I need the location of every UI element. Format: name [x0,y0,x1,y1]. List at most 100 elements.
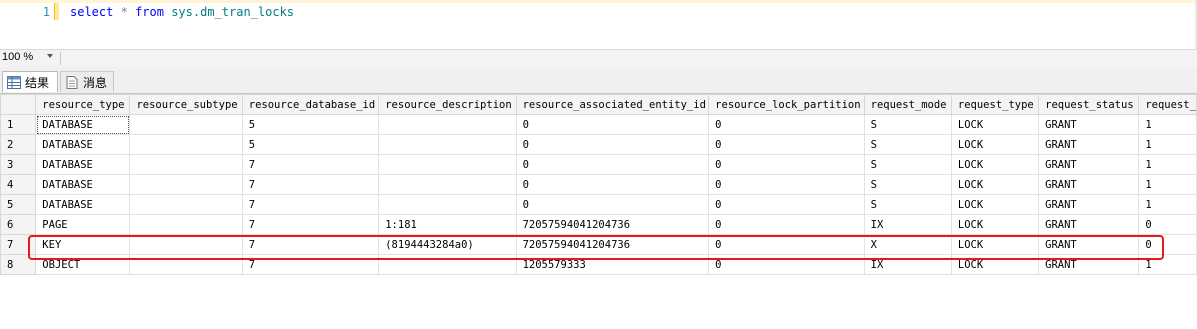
table-cell[interactable]: 1 [1138,174,1197,195]
table-cell[interactable] [129,234,243,255]
table-cell[interactable]: 1 [1138,134,1197,155]
table-row[interactable]: 3 DATABASE 7 0 0 S LOCK GRANT 1 [0,154,1197,175]
tab-messages[interactable]: 消息 [60,71,114,92]
table-cell[interactable]: DATABASE [35,174,131,195]
table-cell[interactable]: LOCK [950,114,1040,135]
table-cell[interactable]: 0 [708,134,865,155]
table-cell[interactable]: 0 [515,154,710,175]
table-cell[interactable]: 7 [241,234,380,255]
table-cell[interactable]: DATABASE [35,134,131,155]
column-header[interactable]: resource_lock_partition [708,94,865,115]
results-grid[interactable]: resource_type resource_subtype resource_… [0,94,1197,329]
table-cell[interactable]: PAGE [35,214,131,235]
table-cell[interactable]: X [863,234,952,255]
column-header[interactable]: request_status [1038,94,1140,115]
tab-results[interactable]: 结果 [2,71,58,92]
table-cell[interactable] [129,174,243,195]
column-header[interactable]: resource_database_id [241,94,380,115]
table-cell[interactable]: 0 [708,234,865,255]
table-cell[interactable]: 0 [1138,214,1197,235]
table-cell[interactable] [378,134,517,155]
table-cell[interactable]: LOCK [950,154,1040,175]
table-cell[interactable]: 1205579333 [515,254,710,275]
table-row[interactable]: 4 DATABASE 7 0 0 S LOCK GRANT 1 [0,174,1197,195]
chevron-down-icon[interactable] [47,54,53,58]
table-cell[interactable] [129,154,243,175]
table-cell[interactable] [378,254,517,275]
table-cell[interactable]: 7 [241,214,380,235]
table-cell[interactable]: GRANT [1038,174,1140,195]
column-header[interactable]: request_type [950,94,1040,115]
table-cell[interactable]: DATABASE [35,194,131,215]
row-number[interactable]: 2 [0,134,37,155]
table-row[interactable]: 8 OBJECT 7 1205579333 0 IX LOCK GRANT 1 [0,254,1197,275]
table-row-highlighted[interactable]: 7 KEY 7 (8194443284a0) 72057594041204736… [0,234,1197,255]
table-cell[interactable] [129,114,243,135]
table-cell[interactable]: S [863,194,952,215]
table-cell[interactable]: 0 [515,194,710,215]
table-cell[interactable]: GRANT [1038,134,1140,155]
column-header[interactable]: resource_subtype [129,94,243,115]
table-cell[interactable]: S [863,154,952,175]
column-header[interactable]: request_ [1138,94,1197,115]
table-cell[interactable]: 1 [1138,254,1197,275]
column-header[interactable]: resource_type [35,94,131,115]
table-cell[interactable]: S [863,114,952,135]
table-cell[interactable]: 0 [708,114,865,135]
table-cell[interactable]: 5 [241,114,380,135]
table-row[interactable]: 1 DATABASE 5 0 0 S LOCK GRANT 1 [0,114,1197,135]
table-cell[interactable]: GRANT [1038,154,1140,175]
table-cell[interactable]: 1 [1138,114,1197,135]
table-cell[interactable]: 0 [515,134,710,155]
table-cell[interactable] [129,214,243,235]
table-cell[interactable]: 0 [515,114,710,135]
table-cell[interactable]: OBJECT [35,254,131,275]
table-cell[interactable]: IX [863,214,952,235]
table-cell[interactable]: 0 [708,214,865,235]
table-cell[interactable]: 0 [1138,234,1197,255]
table-cell[interactable]: 5 [241,134,380,155]
row-number[interactable]: 3 [0,154,37,175]
table-cell[interactable] [378,194,517,215]
row-number[interactable]: 7 [0,234,37,255]
column-header[interactable]: request_mode [863,94,952,115]
column-header[interactable]: resource_associated_entity_id [515,94,710,115]
row-number[interactable]: 6 [0,214,37,235]
table-cell[interactable]: LOCK [950,214,1040,235]
table-cell[interactable] [378,174,517,195]
zoom-level[interactable]: 100 % [2,51,33,63]
table-cell[interactable]: 7 [241,174,380,195]
table-cell[interactable]: DATABASE [35,114,131,135]
query-text[interactable]: select * from sys.dm_tran_locks [70,5,294,19]
table-cell[interactable]: 0 [708,154,865,175]
query-editor[interactable]: 1 select * from sys.dm_tran_locks [0,0,1197,49]
table-cell[interactable]: S [863,174,952,195]
table-cell[interactable]: 72057594041204736 [515,234,710,255]
table-cell[interactable]: (8194443284a0) [378,234,517,255]
table-cell[interactable] [129,194,243,215]
table-cell[interactable] [129,134,243,155]
table-cell[interactable]: S [863,134,952,155]
table-cell[interactable]: LOCK [950,174,1040,195]
table-cell[interactable]: KEY [35,234,131,255]
corner-cell[interactable] [0,94,37,115]
table-cell[interactable]: DATABASE [35,154,131,175]
table-cell[interactable] [129,254,243,275]
table-cell[interactable]: 0 [708,254,865,275]
table-row[interactable]: 6 PAGE 7 1:181 72057594041204736 0 IX LO… [0,214,1197,235]
table-cell[interactable]: 7 [241,194,380,215]
table-cell[interactable]: LOCK [950,194,1040,215]
table-cell[interactable]: GRANT [1038,194,1140,215]
row-number[interactable]: 8 [0,254,37,275]
table-cell[interactable] [378,114,517,135]
table-cell[interactable]: GRANT [1038,254,1140,275]
table-cell[interactable]: GRANT [1038,114,1140,135]
row-number[interactable]: 4 [0,174,37,195]
table-cell[interactable]: 72057594041204736 [515,214,710,235]
table-row[interactable]: 2 DATABASE 5 0 0 S LOCK GRANT 1 [0,134,1197,155]
table-cell[interactable]: 0 [515,174,710,195]
table-cell[interactable]: GRANT [1038,234,1140,255]
table-cell[interactable]: 0 [708,174,865,195]
table-cell[interactable]: 0 [708,194,865,215]
row-number[interactable]: 1 [0,114,37,135]
